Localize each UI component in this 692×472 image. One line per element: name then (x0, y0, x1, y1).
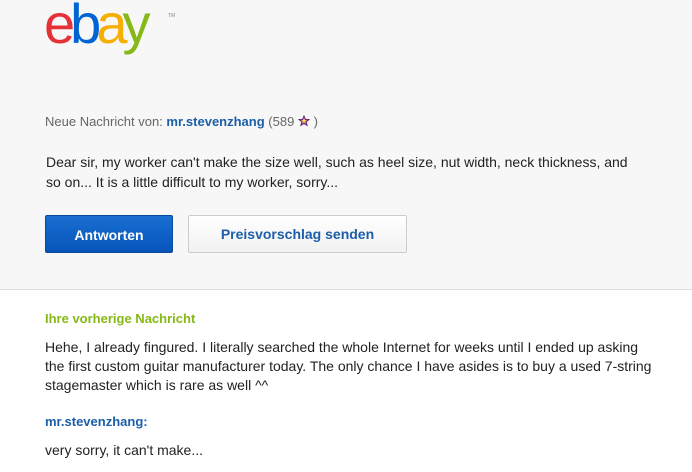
sender-line: Neue Nachricht von: mr.stevenzhang (589 … (45, 114, 318, 130)
sender-username-link[interactable]: mr.stevenzhang (166, 114, 264, 129)
trademark-mark: TM (168, 13, 176, 19)
logo-letter-y: y (122, 0, 150, 55)
previous-message-heading: Ihre vorherige Nachricht (45, 311, 196, 326)
logo-letter-a: a (96, 0, 127, 55)
previous-message-body: Hehe, I already fingured. I literally se… (45, 339, 652, 393)
reply-button[interactable]: Antworten (45, 215, 173, 253)
purple-star-icon[interactable] (297, 115, 310, 127)
feedback-close: ) (313, 114, 318, 129)
logo-letter-b: b (70, 0, 101, 55)
reply-username: mr.stevenzhang: (45, 414, 148, 429)
send-offer-button[interactable]: Preisvorschlag senden (188, 215, 407, 253)
feedback-score[interactable]: (589 (268, 114, 294, 129)
ebay-logo[interactable]: ebay (44, 0, 150, 55)
message-panel: ebay TM Neue Nachricht von: mr.stevenzha… (0, 0, 692, 290)
new-message-label: Neue Nachricht von: (45, 114, 163, 129)
message-body: Dear sir, my worker can't make the size … (46, 154, 628, 190)
logo-letter-e: e (44, 0, 75, 55)
reply-text: very sorry, it can't make... (45, 442, 204, 458)
